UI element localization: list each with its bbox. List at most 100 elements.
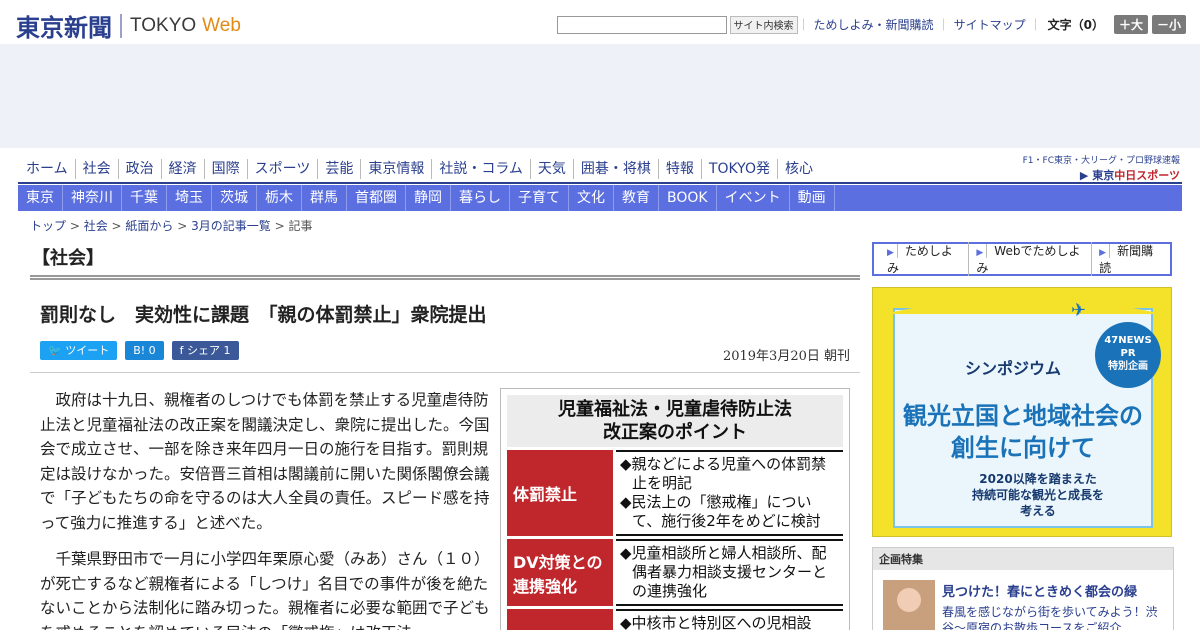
nav-entertainment[interactable]: 芸能 <box>317 159 360 179</box>
airplane-icon: ✈ <box>1071 300 1087 321</box>
regional-nav: 東京 神奈川 千葉 埼玉 茨城 栃木 群馬 首都圏 静岡 暮らし 子育て 文化 … <box>18 185 1182 211</box>
twitter-icon: 🐦 <box>48 344 66 357</box>
ad-banner-area <box>0 44 1200 148</box>
nav-weather[interactable]: 天気 <box>529 159 573 179</box>
figure-row: 体罰禁止 ◆親などによる児童への体罰禁止を明記 ◆民法上の「懲戒権」について、施… <box>507 450 843 536</box>
subnav-kyoiku[interactable]: 教育 <box>614 185 659 211</box>
nav-editorial[interactable]: 社説・コラム <box>431 159 530 179</box>
nav-politics[interactable]: 政治 <box>117 159 161 179</box>
feature-box: 企画特集 見つけた！春にときめく都会の緑 春風を感じながら街を歩いてみよう！渋谷… <box>872 547 1174 630</box>
figure-title-line1: 児童福祉法・児童虐待防止法 <box>558 399 792 420</box>
subnav-gunma[interactable]: 群馬 <box>302 185 347 211</box>
divider: ｜ <box>937 18 950 32</box>
subnav-tochigi[interactable]: 栃木 <box>257 185 302 211</box>
tweet-label: ツイート <box>65 344 110 357</box>
facebook-share-label: シェア 1 <box>187 344 231 357</box>
logo-divider <box>120 13 122 38</box>
figure-row: DV対策との連携強化 ◆児童相談所と婦人相談所、配偶者暴力相談支援センターとの連… <box>507 539 843 606</box>
chunichi-brand-name: 中日スポーツ <box>1114 169 1180 182</box>
nav-tokyo-info[interactable]: 東京情報 <box>360 159 431 179</box>
subscription-links: ▶ ためしよみ ▶ Webでためしよみ ▶ 新聞購読 <box>872 242 1172 276</box>
facebook-share-button[interactable]: f シェア 1 <box>171 341 239 360</box>
sidebar-link-web-trial[interactable]: ▶ Webでためしよみ <box>968 242 1091 276</box>
arrow-right-icon: ▶ <box>887 248 894 258</box>
sidebar-link-label: ためしよみ <box>887 244 953 275</box>
subnav-saitama[interactable]: 埼玉 <box>167 185 212 211</box>
figure-item: ◆児童相談所と婦人相談所、配偶者暴力相談支援センターとの連携強化 <box>620 544 828 600</box>
subnav-ibaraki[interactable]: 茨城 <box>212 185 257 211</box>
sidebar-link-subscribe[interactable]: ▶ 新聞購読 <box>1091 242 1170 276</box>
nav-society[interactable]: 社会 <box>74 159 118 179</box>
roof-illustration <box>883 288 1163 314</box>
main-nav: ホーム 社会 政治 経済 国際 スポーツ 芸能 東京情報 社説・コラム 天気 囲… <box>18 159 820 179</box>
subnav-kurashi[interactable]: 暮らし <box>451 185 510 211</box>
nav-international[interactable]: 国際 <box>203 159 247 179</box>
subnav-kanagawa[interactable]: 神奈川 <box>63 185 122 211</box>
hatena-bookmark-button[interactable]: B! 0 <box>125 341 164 360</box>
facebook-icon: f <box>179 344 188 357</box>
badge-line: 特別企画 <box>1108 361 1148 372</box>
font-bigger-button[interactable]: ＋大 <box>1113 15 1148 34</box>
breadcrumb-shimen[interactable]: 紙面から <box>125 219 173 233</box>
breadcrumb-top[interactable]: トップ <box>30 219 66 233</box>
breadcrumb-sep: > <box>173 219 192 233</box>
arrow-right-icon: ▶ <box>976 248 984 258</box>
subnav-bunka[interactable]: 文化 <box>569 185 614 211</box>
subnav-shizuoka[interactable]: 静岡 <box>406 185 451 211</box>
subnav-tokyo[interactable]: 東京 <box>18 185 63 211</box>
sidebar-link-trial[interactable]: ▶ ためしよみ <box>880 242 968 276</box>
figure-row-cell: ◆児童相談所と婦人相談所、配偶者暴力相談支援センターとの連携強化 <box>616 539 843 606</box>
nav-tokyo-hatsu[interactable]: TOKYO発 <box>700 159 777 179</box>
breadcrumb: トップ > 社会 > 紙面から > 3月の記事一覧 > 記事 <box>30 217 312 234</box>
feature-title[interactable]: 見つけた！春にときめく都会の緑 <box>942 581 1137 600</box>
nav-sports[interactable]: スポーツ <box>246 159 318 179</box>
article-paragraph: 千葉県野田市で一月に小学四年栗原心愛（みあ）さん（１０）が死亡するなど親権者によ… <box>40 550 490 630</box>
nav-home[interactable]: ホーム <box>18 159 75 179</box>
nav-divider <box>18 182 1182 184</box>
figure-row-cell: ◆中核市と特別区への児相設 <box>616 609 843 630</box>
subnav-chiba[interactable]: 千葉 <box>122 185 167 211</box>
sitemap-link[interactable]: サイトマップ <box>954 16 1026 33</box>
trial-subscribe-link[interactable]: ためしよみ・新聞購読 <box>814 16 934 33</box>
breadcrumb-sep: > <box>66 219 84 233</box>
logo-jp: 東京新聞 <box>16 13 112 42</box>
logo-web: Web <box>202 14 241 36</box>
site-logo[interactable]: 東京新聞 TOKYO Web <box>16 8 241 43</box>
nav-igo-shogi[interactable]: 囲碁・将棋 <box>572 159 658 179</box>
pr-badge: 47NEWS PR 特別企画 <box>1095 322 1161 388</box>
article-date: 2019年3月20日 朝刊 <box>722 349 850 364</box>
subnav-kosodate[interactable]: 子育て <box>510 185 569 211</box>
figure-row-head: 体罰禁止 <box>507 450 613 536</box>
nav-tokuho[interactable]: 特報 <box>657 159 701 179</box>
share-buttons: 🐦 ツイート B! 0 f シェア 1 <box>40 341 239 360</box>
search-input[interactable] <box>556 15 727 34</box>
search-button[interactable]: サイト内検索 <box>729 15 798 34</box>
subnav-shutoken[interactable]: 首都圏 <box>347 185 406 211</box>
sidebar-link-label: Webでためしよみ <box>976 244 1081 275</box>
subnav-video[interactable]: 動画 <box>790 185 835 211</box>
breadcrumb-month-list[interactable]: 3月の記事一覧 <box>191 219 271 233</box>
chunichi-sports-link[interactable]: F1・FC東京・大リーグ・プロ野球速報 ▶ 東京中日スポーツ <box>1022 153 1180 183</box>
site-header: 東京新聞 TOKYO Web サイト内検索 ｜ ためしよみ・新聞購読 ｜ サイト… <box>0 0 1200 44</box>
font-smaller-button[interactable]: －小 <box>1151 15 1186 34</box>
feature-thumbnail[interactable] <box>883 580 935 630</box>
logo-en: TOKYO <box>130 14 197 36</box>
breadcrumb-current: 記事 <box>288 219 313 233</box>
subnav-book[interactable]: BOOK <box>659 185 717 211</box>
divider: ｜ <box>797 18 810 32</box>
breadcrumb-society[interactable]: 社会 <box>84 219 108 233</box>
banner-sub-line: 考える <box>1020 504 1056 518</box>
breadcrumb-sep: > <box>270 219 289 233</box>
tweet-button[interactable]: 🐦 ツイート <box>40 341 118 360</box>
nav-economy[interactable]: 経済 <box>160 159 204 179</box>
chunichi-prefix: 東京 <box>1092 169 1115 182</box>
chunichi-tagline: F1・FC東京・大リーグ・プロ野球速報 <box>1022 156 1180 166</box>
figure-row: ◆中核市と特別区への児相設 <box>507 609 843 630</box>
symposium-ad-banner[interactable]: ✈ 47NEWS PR 特別企画 シンポジウム 観光立国と地域社会の 創生に向け… <box>872 287 1172 537</box>
badge-line: 47NEWS <box>1104 335 1152 346</box>
figure-item: ◆中核市と特別区への児相設 <box>620 614 812 630</box>
feature-text[interactable]: 春風を感じながら街を歩いてみよう！渋谷～原宿のお散歩コースをご紹介 <box>942 604 1167 630</box>
subnav-event[interactable]: イベント <box>717 185 790 211</box>
nav-kakushin[interactable]: 核心 <box>776 159 820 179</box>
figure-row-cell: ◆親などによる児童への体罰禁止を明記 ◆民法上の「懲戒権」について、施行後2年を… <box>616 450 843 536</box>
